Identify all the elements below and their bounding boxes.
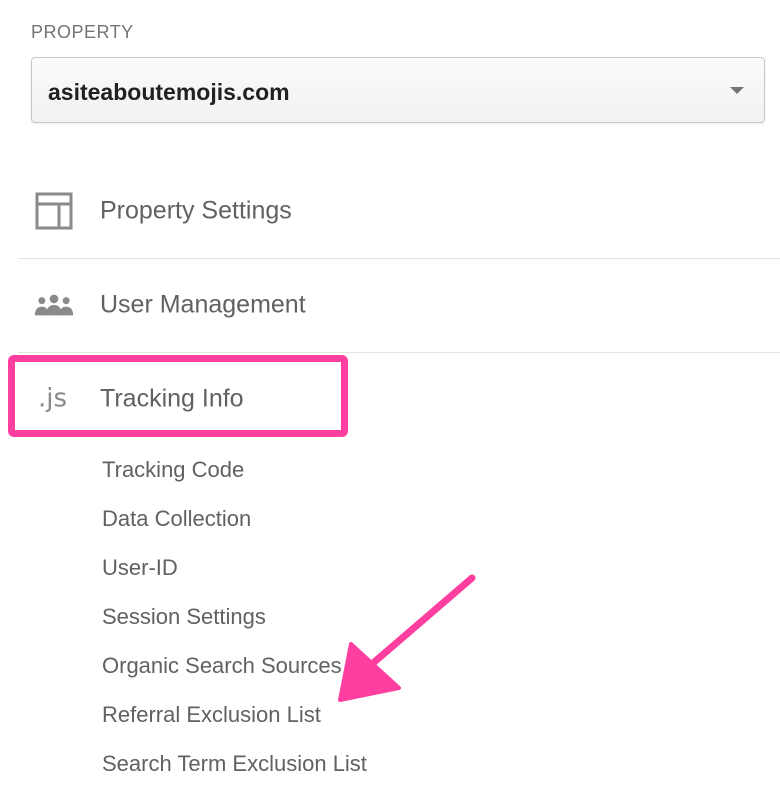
caret-down-icon[interactable] — [730, 87, 744, 94]
nav-property-settings-label: Property Settings — [100, 196, 292, 225]
submenu-search-term-exclusion-list[interactable]: Search Term Exclusion List — [102, 742, 367, 791]
submenu-session-settings[interactable]: Session Settings — [102, 595, 367, 644]
nav-property-settings[interactable]: Property Settings — [18, 164, 780, 259]
property-select[interactable]: asiteaboutemojis.com — [31, 57, 765, 123]
submenu-tracking-code[interactable]: Tracking Code — [102, 448, 367, 497]
nav-user-management-label: User Management — [100, 290, 306, 319]
submenu-data-collection[interactable]: Data Collection — [102, 497, 367, 546]
submenu-organic-search-sources[interactable]: Organic Search Sources — [102, 644, 367, 693]
submenu-referral-exclusion-list[interactable]: Referral Exclusion List — [102, 693, 367, 742]
property-selected-value: asiteaboutemojis.com — [48, 79, 290, 105]
highlight-annotation — [8, 355, 348, 437]
layout-panel-icon — [35, 192, 73, 230]
property-section-label: PROPERTY — [31, 22, 134, 42]
nav-user-management[interactable]: User Management — [18, 258, 780, 353]
submenu-user-id[interactable]: User-ID — [102, 546, 367, 595]
tracking-submenu: Tracking Code Data Collection User-ID Se… — [102, 448, 367, 791]
users-group-icon — [34, 294, 74, 316]
